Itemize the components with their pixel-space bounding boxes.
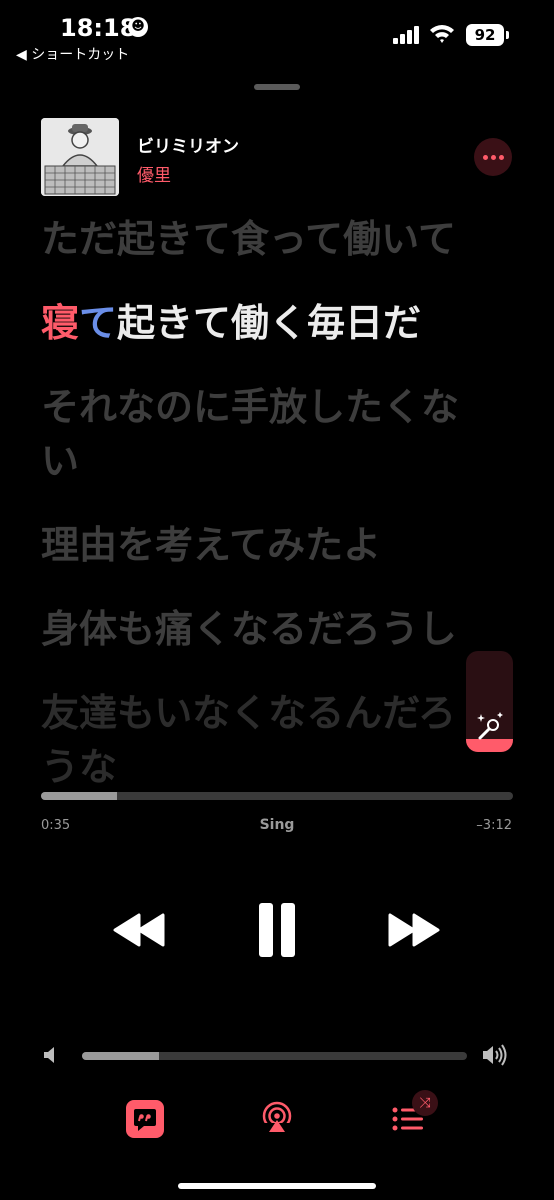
lyric-line[interactable]: 友達もいなくなるんだろうな [41, 686, 491, 786]
microphone-sparkle-icon [477, 712, 503, 740]
pause-button[interactable] [256, 903, 298, 957]
lyric-unsung-segment: 起きて働く毎日だ [117, 301, 422, 345]
song-title[interactable]: ビリミリオン [137, 132, 239, 157]
volume-low-icon [44, 1047, 54, 1063]
playback-progress-fill [41, 792, 117, 800]
fast-forward-icon [388, 913, 440, 947]
more-icon [483, 155, 488, 160]
volume-slider[interactable] [82, 1052, 467, 1060]
airplay-icon [261, 1101, 293, 1135]
rewind-icon [113, 913, 165, 947]
battery-icon: 92 [466, 24, 509, 46]
status-time: 18:18 [60, 14, 137, 42]
wifi-icon [430, 25, 454, 43]
shuffle-icon[interactable]: ⤨ [412, 1090, 438, 1116]
focus-icon: ☻ [128, 17, 148, 37]
lyrics-view[interactable]: ただ起きて食って働いて 寝て起きて働く毎日だ それなのに手放したくない 理由を考… [41, 212, 491, 786]
song-artist[interactable]: 優里 [137, 161, 171, 186]
lyric-sung-segment: 寝 [41, 301, 80, 345]
lyric-sung-segment: て [79, 301, 118, 345]
sing-mode-label: Sing [259, 817, 295, 833]
pause-icon [259, 903, 273, 957]
lyric-line-active[interactable]: 寝て起きて働く毎日だ [41, 296, 491, 350]
artwork-illustration [41, 118, 119, 196]
sing-vocal-slider[interactable] [466, 651, 513, 752]
lyric-line[interactable]: 理由を考えてみたよ [41, 518, 491, 572]
lyrics-toggle-button[interactable] [126, 1100, 164, 1138]
volume-high-icon [483, 1044, 507, 1066]
cellular-signal-icon [393, 26, 421, 44]
rewind-button[interactable] [111, 911, 167, 949]
back-to-shortcuts-link[interactable]: ◀ ショートカット [16, 44, 129, 64]
lyric-line[interactable]: 身体も痛くなるだろうし [41, 602, 491, 656]
remaining-time: –3:12 [476, 818, 512, 833]
more-button[interactable] [474, 138, 512, 176]
sheet-grabber[interactable] [254, 84, 300, 90]
airplay-button[interactable] [260, 1101, 294, 1135]
album-artwork[interactable] [41, 118, 119, 196]
volume-level-fill [82, 1052, 159, 1060]
lyrics-icon [134, 1109, 156, 1131]
playback-scrubber[interactable] [41, 792, 513, 800]
home-indicator[interactable] [178, 1183, 376, 1189]
lyric-line[interactable]: ただ起きて食って働いて [41, 212, 491, 266]
status-bar: 18:18 ☻ ◀ ショートカット 92 [0, 0, 554, 70]
lyric-line[interactable]: それなのに手放したくない [41, 380, 491, 488]
fast-forward-button[interactable] [386, 911, 442, 949]
